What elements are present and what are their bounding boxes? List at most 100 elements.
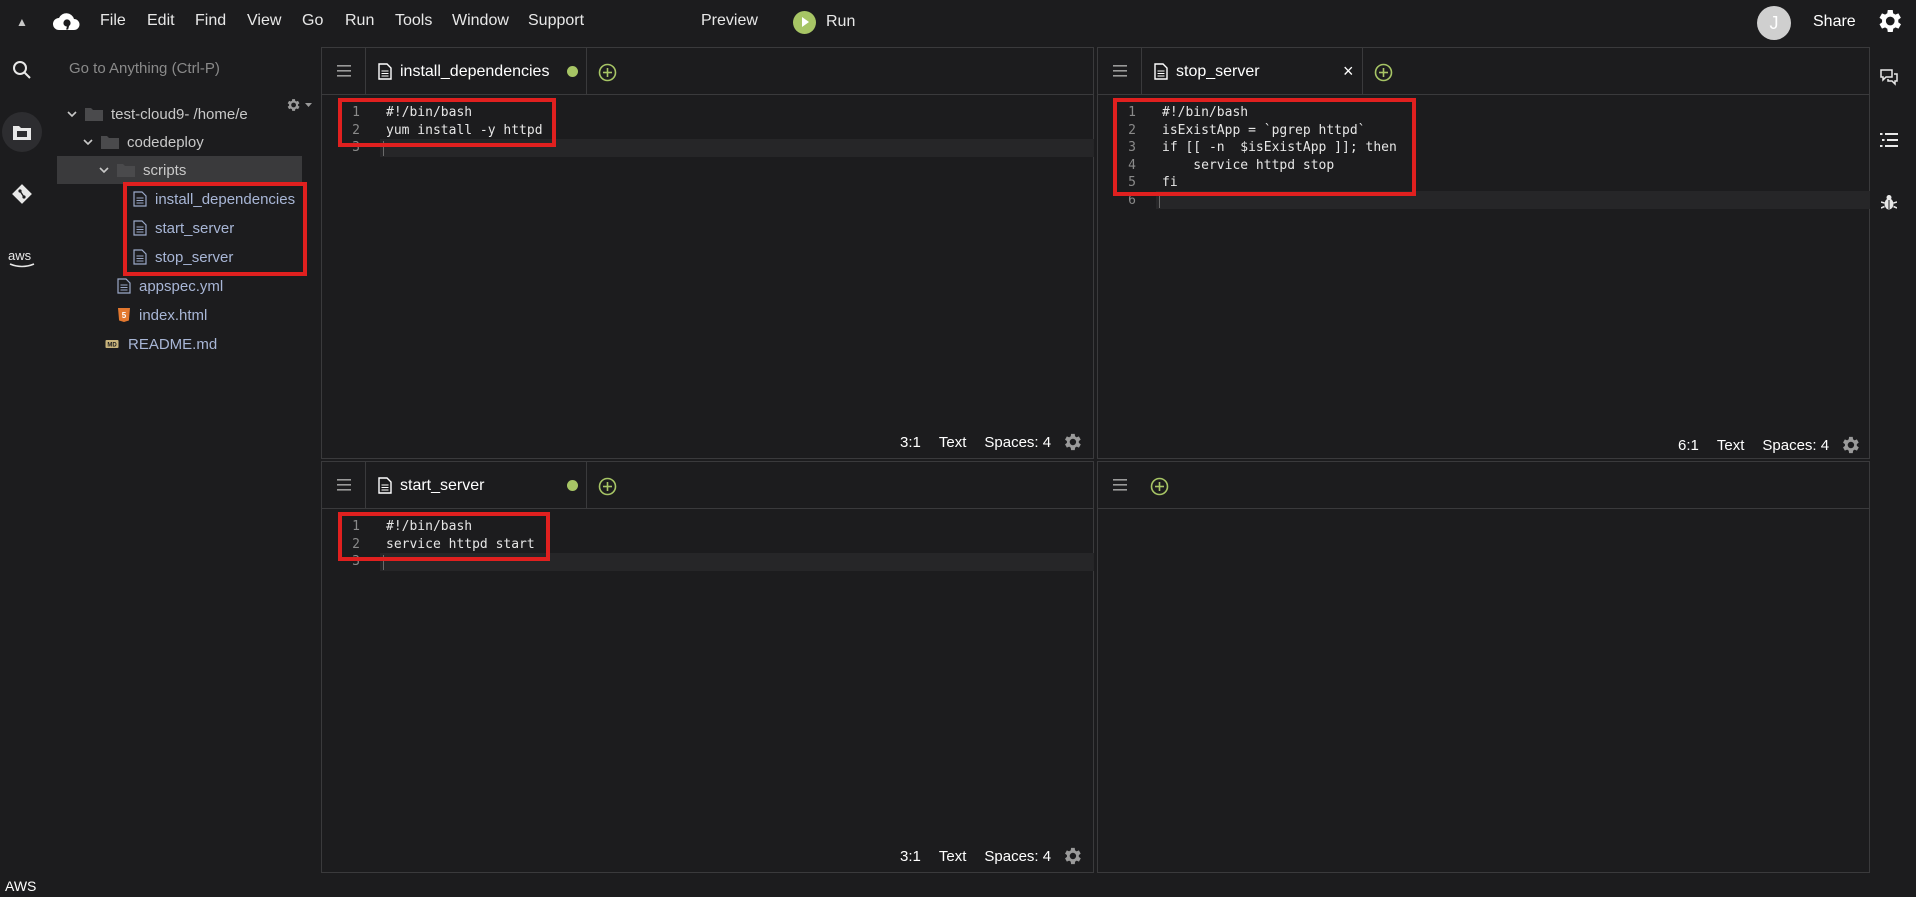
- tab-stop-server[interactable]: stop_server ×: [1141, 48, 1363, 95]
- code-text: #!/bin/bash: [386, 519, 473, 534]
- line-number: 3: [352, 140, 360, 155]
- menu-bar: ▲ File Edit Find View Go Run Tools Windo…: [0, 0, 1916, 44]
- run-button-label: Run: [826, 13, 856, 30]
- add-tab-icon[interactable]: [1374, 63, 1393, 82]
- editor-pane-install: install_dependencies 1 #!/bin/bash 2 yum i…: [321, 47, 1094, 459]
- menu-find[interactable]: Find: [195, 12, 226, 30]
- code-line: 3: [344, 139, 1084, 157]
- code-text: #!/bin/bash: [386, 105, 473, 120]
- add-tab-icon[interactable]: [1150, 477, 1169, 496]
- editor-pane-start: start_server 1 #!/bin/bash 2 service httpd…: [321, 461, 1094, 873]
- editor-settings-gear-icon[interactable]: [1061, 431, 1083, 453]
- share-button[interactable]: Share: [1813, 13, 1856, 31]
- text-cursor: [383, 555, 384, 570]
- folder-icon: [101, 136, 119, 149]
- collapse-menu-icon[interactable]: ▲: [12, 12, 32, 32]
- menu-go[interactable]: Go: [302, 12, 323, 30]
- tree-folder-scripts[interactable]: scripts: [57, 156, 302, 184]
- cursor-position[interactable]: 6:1: [1678, 437, 1699, 454]
- tab-bar: stop_server ×: [1098, 48, 1869, 95]
- run-button[interactable]: Run: [793, 10, 855, 34]
- editor-settings-gear-icon[interactable]: [1839, 434, 1861, 456]
- line-number: 1: [1128, 105, 1136, 120]
- close-tab-icon[interactable]: ×: [1343, 61, 1354, 82]
- code-line: 3: [344, 553, 1084, 571]
- tab-label: install_dependencies: [400, 62, 550, 80]
- cloud9-ide: ▲ File Edit Find View Go Run Tools Windo…: [0, 0, 1916, 897]
- tree-root-path: - /home/e: [184, 105, 248, 123]
- line-number: 4: [1128, 157, 1136, 173]
- search-icon[interactable]: [4, 52, 40, 88]
- code-editor[interactable]: 1 #!/bin/bash 2 isExistApp = `pgrep httpd`…: [1120, 104, 1860, 209]
- tab-start-server[interactable]: start_server: [365, 462, 587, 509]
- line-number: 3: [352, 554, 360, 569]
- editor-settings-gear-icon[interactable]: [1061, 845, 1083, 867]
- menu-tools[interactable]: Tools: [395, 12, 432, 30]
- preferences-gear-icon[interactable]: [1874, 6, 1904, 36]
- html5-icon: 5: [118, 308, 130, 322]
- tab-bar: [1098, 462, 1869, 509]
- menu-support[interactable]: Support: [528, 12, 584, 30]
- collaborate-chat-icon[interactable]: [1880, 68, 1898, 86]
- code-editor[interactable]: 1 #!/bin/bash 2 yum install -y httpd 3: [344, 104, 1084, 157]
- pane-menu-icon[interactable]: [1113, 479, 1127, 491]
- files-icon[interactable]: [2, 112, 42, 152]
- unsaved-dot-icon: [567, 480, 578, 491]
- line-number: 2: [352, 122, 360, 138]
- pane-menu-icon[interactable]: [1113, 65, 1127, 77]
- add-tab-icon[interactable]: [598, 477, 617, 496]
- chevron-down-icon: [83, 139, 93, 146]
- line-number: 5: [1128, 175, 1136, 190]
- file-icon: [133, 191, 147, 207]
- tree-file-appspec[interactable]: appspec.yml: [117, 272, 223, 300]
- preview-button[interactable]: Preview: [701, 12, 758, 30]
- pane-menu-icon[interactable]: [337, 479, 351, 491]
- add-tab-icon[interactable]: [598, 63, 617, 82]
- indent-setting[interactable]: Spaces: 4: [984, 848, 1051, 865]
- cursor-position[interactable]: 3:1: [900, 434, 921, 451]
- code-line: 5 fi: [1120, 174, 1860, 192]
- pane-menu-icon[interactable]: [337, 65, 351, 77]
- tree-root-folder[interactable]: test-cloud9 - /home/e: [67, 100, 248, 128]
- tab-bar: install_dependencies: [322, 48, 1093, 95]
- user-avatar[interactable]: J: [1757, 6, 1791, 40]
- syntax-mode[interactable]: Text: [1717, 437, 1745, 454]
- line-number: 6: [1128, 192, 1136, 208]
- indent-setting[interactable]: Spaces: 4: [1762, 437, 1829, 454]
- cursor-position[interactable]: 3:1: [900, 848, 921, 865]
- tree-file-readme[interactable]: MD README.md: [104, 330, 217, 358]
- outline-list-icon[interactable]: [1880, 132, 1898, 148]
- menu-view[interactable]: View: [247, 12, 281, 30]
- menu-window[interactable]: Window: [452, 12, 509, 30]
- tree-settings-gear-icon[interactable]: [284, 96, 314, 114]
- menu-file[interactable]: File: [100, 12, 126, 30]
- code-line: 4 service httpd stop: [1120, 157, 1860, 175]
- tree-file-install-dependencies[interactable]: install_dependencies: [133, 185, 295, 213]
- git-icon[interactable]: [4, 176, 40, 212]
- cloud9-logo-icon[interactable]: [52, 10, 80, 34]
- tree-file-index-html[interactable]: 5 index.html: [117, 301, 207, 329]
- tree-root-label: test-cloud9: [111, 105, 185, 123]
- indent-setting[interactable]: Spaces: 4: [984, 434, 1051, 451]
- tree-item-label: start_server: [155, 219, 235, 237]
- code-text: if [[ -n $isExistApp ]]; then: [1162, 140, 1397, 155]
- status-bar: 3:1 Text Spaces: 4: [900, 845, 1083, 867]
- svg-text:MD: MD: [107, 343, 117, 349]
- aws-icon[interactable]: aws: [4, 240, 40, 276]
- tree-file-stop-server[interactable]: stop_server: [133, 243, 233, 271]
- debugger-bug-icon[interactable]: [1881, 194, 1897, 211]
- tab-label: stop_server: [1176, 62, 1260, 80]
- tab-install-dependencies[interactable]: install_dependencies: [365, 48, 587, 95]
- go-to-anything-input[interactable]: [57, 54, 307, 82]
- line-number: 2: [352, 536, 360, 552]
- code-text: isExistApp = `pgrep httpd`: [1162, 122, 1366, 138]
- menu-edit[interactable]: Edit: [147, 12, 175, 30]
- code-editor[interactable]: 1 #!/bin/bash 2 service httpd start 3: [344, 518, 1084, 571]
- tree-file-start-server[interactable]: start_server: [133, 214, 234, 242]
- syntax-mode[interactable]: Text: [939, 848, 967, 865]
- code-line: 6: [1120, 192, 1860, 210]
- syntax-mode[interactable]: Text: [939, 434, 967, 451]
- tree-folder-codedeploy[interactable]: codedeploy: [83, 128, 204, 156]
- menu-run[interactable]: Run: [345, 12, 374, 30]
- code-text: service httpd stop: [1162, 157, 1335, 173]
